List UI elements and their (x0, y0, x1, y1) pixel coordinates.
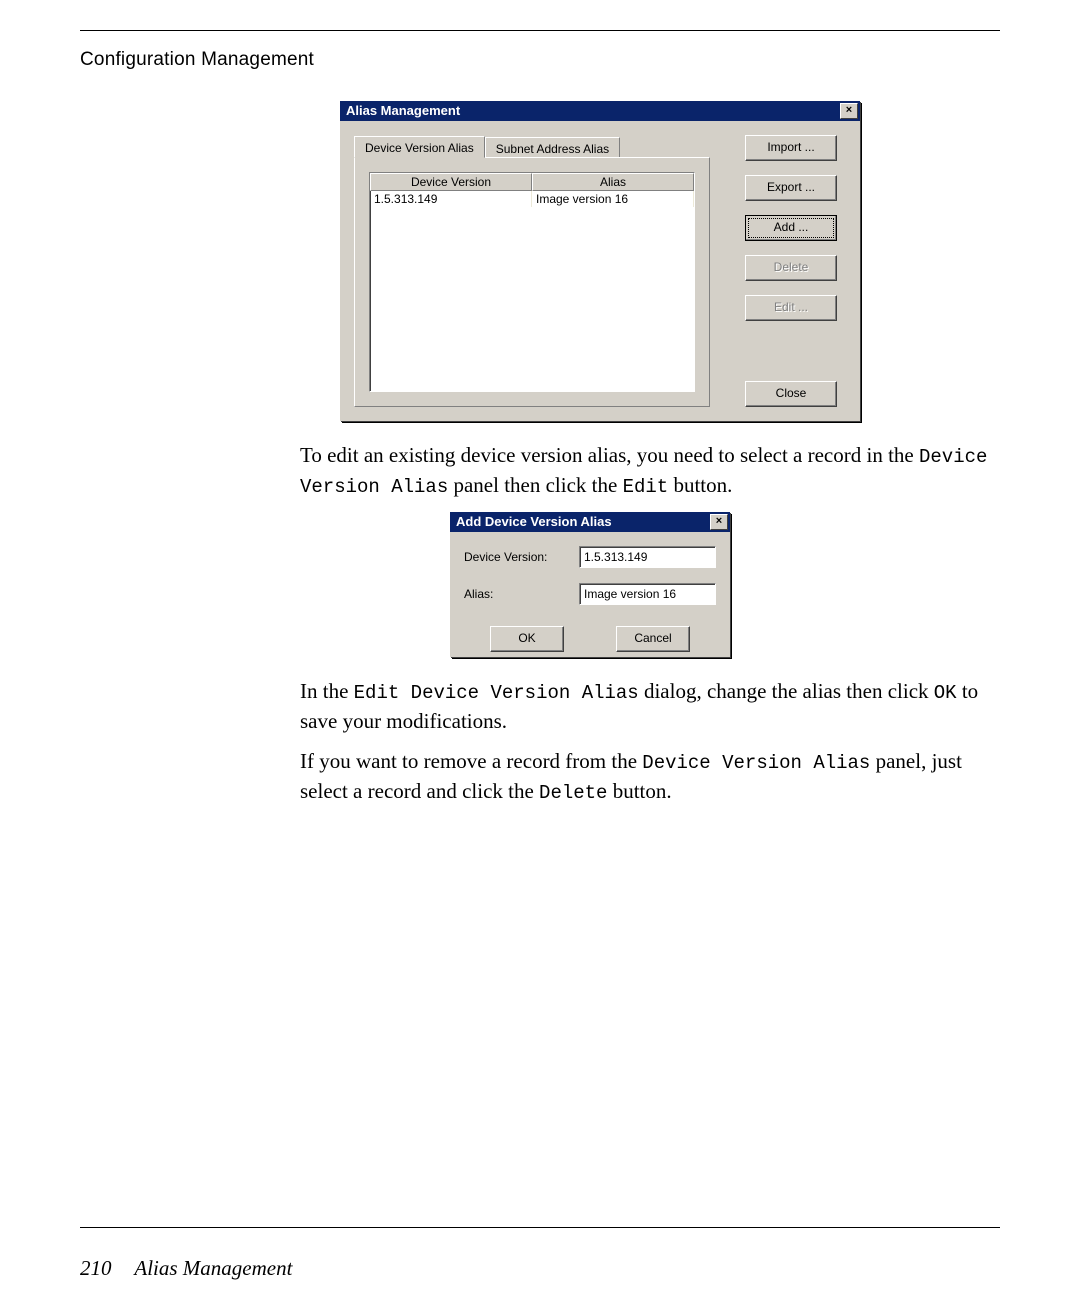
document-page: Configuration Management Alias Managemen… (0, 0, 1080, 1311)
text: button. (668, 473, 732, 497)
add-device-alias-dialog: Add Device Version Alias × Device Versio… (450, 512, 730, 657)
dialog-title: Alias Management (346, 101, 460, 121)
alias-management-figure: Alias Management × Device Version Alias … (340, 101, 1000, 421)
rule-bottom (80, 1227, 1000, 1228)
text: button. (607, 779, 671, 803)
tabs-strip: Device Version Alias Subnet Address Alia… (354, 135, 710, 157)
row-alias: Alias: Image version 16 (464, 583, 716, 605)
text: dialog, change the alias then click (639, 679, 934, 703)
alias-field[interactable]: Image version 16 (579, 583, 716, 605)
col-alias[interactable]: Alias (532, 173, 694, 191)
row-device-version: Device Version: 1.5.313.149 (464, 546, 716, 568)
rule-top (80, 30, 1000, 31)
body-para-1: To edit an existing device version alias… (300, 441, 995, 500)
cell-device-version: 1.5.313.149 (370, 191, 532, 207)
footer-title: Alias Management (134, 1256, 292, 1280)
text: If you want to remove a record from the (300, 749, 642, 773)
ui-term: Edit (623, 476, 669, 498)
ui-term: Device Version Alias (642, 752, 870, 774)
edit-button: Edit ... (745, 295, 837, 321)
label-alias: Alias: (464, 587, 579, 601)
device-version-field[interactable]: 1.5.313.149 (579, 546, 716, 568)
close-icon[interactable]: × (840, 103, 858, 119)
tab-device-version-alias[interactable]: Device Version Alias (354, 136, 485, 158)
page-footer: 210 Alias Management (80, 1256, 292, 1281)
export-button[interactable]: Export ... (745, 175, 837, 201)
body-para-2: In the Edit Device Version Alias dialog,… (300, 677, 995, 806)
button-column: Import ... Export ... Add ... Delete Edi… (710, 135, 846, 407)
spacer (736, 335, 846, 367)
col-device-version[interactable]: Device Version (370, 173, 532, 191)
delete-button: Delete (745, 255, 837, 281)
table-row[interactable]: 1.5.313.149 Image version 16 (370, 191, 694, 207)
dialog-titlebar: Alias Management × (340, 101, 860, 121)
ok-button[interactable]: OK (490, 626, 564, 652)
ui-term: Delete (539, 782, 607, 804)
cancel-button[interactable]: Cancel (616, 626, 690, 652)
add-button[interactable]: Add ... (745, 215, 837, 241)
text: In the (300, 679, 354, 703)
dialog-client-area: Device Version Alias Subnet Address Alia… (340, 121, 860, 421)
section-title: Configuration Management (80, 49, 1000, 71)
dialog-client-area: Device Version: 1.5.313.149 Alias: Image… (450, 532, 730, 657)
add-alias-figure: Add Device Version Alias × Device Versio… (450, 512, 1000, 657)
dialog-titlebar: Add Device Version Alias × (450, 512, 730, 532)
ui-term: Edit Device Version Alias (354, 682, 639, 704)
close-button[interactable]: Close (745, 381, 837, 407)
text: panel then click the (448, 473, 622, 497)
close-icon[interactable]: × (710, 514, 728, 530)
cell-alias: Image version 16 (532, 191, 694, 207)
import-button[interactable]: Import ... (745, 135, 837, 161)
alias-management-dialog: Alias Management × Device Version Alias … (340, 101, 860, 421)
dialog-title: Add Device Version Alias (456, 512, 612, 532)
listview-header: Device Version Alias (370, 173, 694, 191)
button-row: OK Cancel (464, 626, 716, 652)
page-number: 210 (80, 1256, 112, 1280)
tab-area: Device Version Alias Subnet Address Alia… (354, 135, 710, 407)
device-alias-listview[interactable]: Device Version Alias 1.5.313.149 Image v… (369, 172, 695, 392)
tab-panel: Device Version Alias 1.5.313.149 Image v… (354, 157, 710, 407)
tab-subnet-address-alias[interactable]: Subnet Address Alias (485, 137, 620, 157)
ui-term: OK (934, 682, 957, 704)
text: To edit an existing device version alias… (300, 443, 919, 467)
label-device-version: Device Version: (464, 550, 579, 564)
